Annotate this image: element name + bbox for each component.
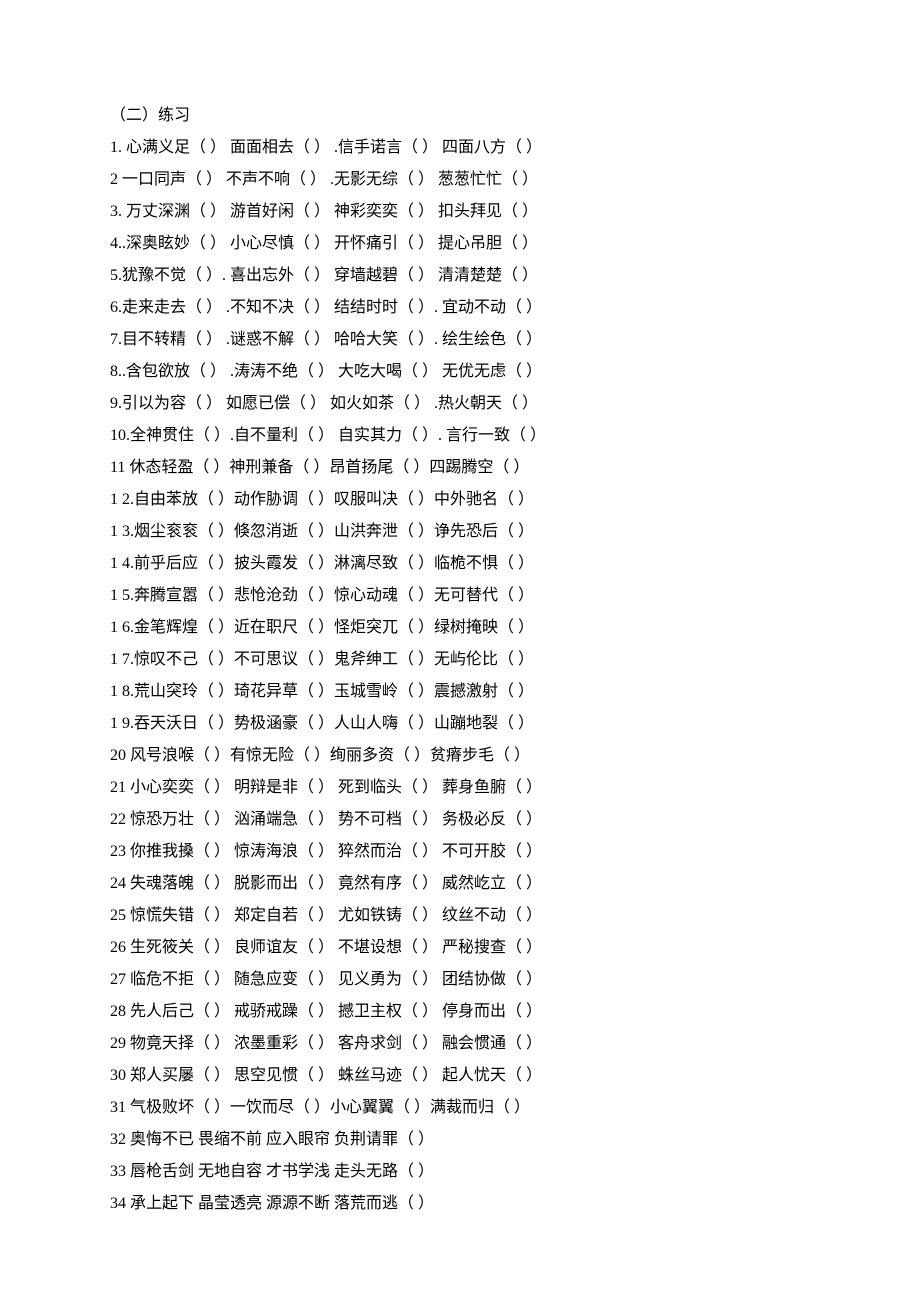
exercise-line: 8..含包欲放（ ） .涛涛不绝（ ） 大吃大喝（ ） 无优无虑（ ） [110, 356, 860, 388]
exercise-line: 1 7.惊叹不己（ ）不可思议（ ）鬼斧绅工（ ）无屿伦比（ ） [110, 644, 860, 676]
exercise-line: 21 小心奕奕（ ） 明辩是非（ ） 死到临头（ ） 葬身鱼腑（ ） [110, 772, 860, 804]
exercise-line: 10.全神贯住（ ）.自不量利（ ） 自实其力（ ）. 言行一致（ ） [110, 420, 860, 452]
exercise-line: 6.走来走去（ ） .不知不决（ ） 结结时时（ ）. 宜动不动（ ） [110, 292, 860, 324]
exercise-line: 33 唇枪舌剑 无地自容 才书学浅 走头无路（ ） [110, 1156, 860, 1188]
exercise-list: 1. 心满义足（ ） 面面相去（ ） .信手诺言（ ） 四面八方（ ）2 一口同… [110, 132, 860, 1220]
exercise-line: 1 9.吞天沃日（ ）势极涵豪（ ）人山人嗨（ ）山蹦地裂（ ） [110, 708, 860, 740]
exercise-line: 26 生死筱关（ ） 良师谊友（ ） 不堪设想（ ） 严秘搜查（ ） [110, 932, 860, 964]
exercise-line: 29 物竟天择（ ） 浓墨重彩（ ） 客舟求剑（ ） 融会惯通（ ） [110, 1028, 860, 1060]
exercise-line: 4..深奥眩妙（ ） 小心尽慎（ ） 开怀痛引（ ） 提心吊胆（ ） [110, 228, 860, 260]
exercise-line: 24 失魂落魄（ ） 脱影而出（ ） 竟然有序（ ） 威然屹立（ ） [110, 868, 860, 900]
exercise-line: 34 承上起下 晶莹透亮 源源不断 落荒而逃（ ） [110, 1188, 860, 1220]
exercise-line: 1 2.自由苯放（ ）动作胁调（ ）叹服叫决（ ）中外驰名（ ） [110, 484, 860, 516]
exercise-line: 1 3.烟尘衮衮（ ）倏忽消逝（ ）山洪奔泄（ ）诤先恐后（ ） [110, 516, 860, 548]
exercise-line: 1 5.奔腾宣嚣（ ）悲怆沧劲（ ）惊心动魂（ ）无可替代（ ） [110, 580, 860, 612]
exercise-line: 1 4.前乎后应（ ）披头霞发（ ）淋漓尽致（ ）临桅不惧（ ） [110, 548, 860, 580]
exercise-line: 1 6.金笔辉煌（ ）近在职尺（ ）怪炬突兀（ ）绿树掩映（ ） [110, 612, 860, 644]
exercise-line: 28 先人后己（ ） 戒骄戒躁（ ） 撼卫主权（ ） 停身而出（ ） [110, 996, 860, 1028]
exercise-line: 20 风号浪喉（ ）有惊无险（ ）绚丽多资（ ）贫瘠步毛（ ） [110, 740, 860, 772]
exercise-line: 25 惊慌失错（ ） 郑定自若（ ） 尤如铁铸（ ） 纹丝不动（ ） [110, 900, 860, 932]
exercise-line: 31 气极败坏（ ）一饮而尽（ ）小心翼翼（ ）满裁而归（ ） [110, 1092, 860, 1124]
exercise-line: 2 一口同声（ ） 不声不响（ ） .无影无综（ ） 葱葱忙忙（ ） [110, 164, 860, 196]
exercise-line: 3. 万丈深渊（ ） 游首好闲（ ） 神彩奕奕（ ） 扣头拜见（ ） [110, 196, 860, 228]
exercise-line: 27 临危不拒（ ） 随急应变（ ） 见义勇为（ ） 团结协做（ ） [110, 964, 860, 996]
exercise-line: 1. 心满义足（ ） 面面相去（ ） .信手诺言（ ） 四面八方（ ） [110, 132, 860, 164]
exercise-line: 5.犹豫不觉（ ）. 喜出忘外（ ） 穿墙越碧（ ） 清清楚楚（ ） [110, 260, 860, 292]
section-title: （二）练习 [110, 100, 860, 132]
exercise-line: 7.目不转精（ ） .谜惑不解（ ） 哈哈大笑（ ）. 绘生绘色（ ） [110, 324, 860, 356]
exercise-line: 32 奥悔不已 畏缩不前 应入眼帘 负荆请罪（ ） [110, 1124, 860, 1156]
exercise-line: 1 8.荒山突玲（ ）琦花异草（ ）玉城雪岭（ ）震撼激射（ ） [110, 676, 860, 708]
exercise-line: 30 郑人买屡（ ） 思空见惯（ ） 蛛丝马迹（ ） 起人忧天（ ） [110, 1060, 860, 1092]
exercise-line: 22 惊恐万壮（ ） 汹涌端急（ ） 势不可档（ ） 务极必反（ ） [110, 804, 860, 836]
exercise-line: 11 休态轻盈（ ）神刑兼备（ ）昂首扬尾（ ）四踢腾空（ ） [110, 452, 860, 484]
exercise-line: 9.引以为容（ ） 如愿已偿（ ） 如火如茶（ ） .热火朝天（ ） [110, 388, 860, 420]
exercise-line: 23 你推我搡（ ） 惊涛海浪（ ） 猝然而治（ ） 不可开胶（ ） [110, 836, 860, 868]
